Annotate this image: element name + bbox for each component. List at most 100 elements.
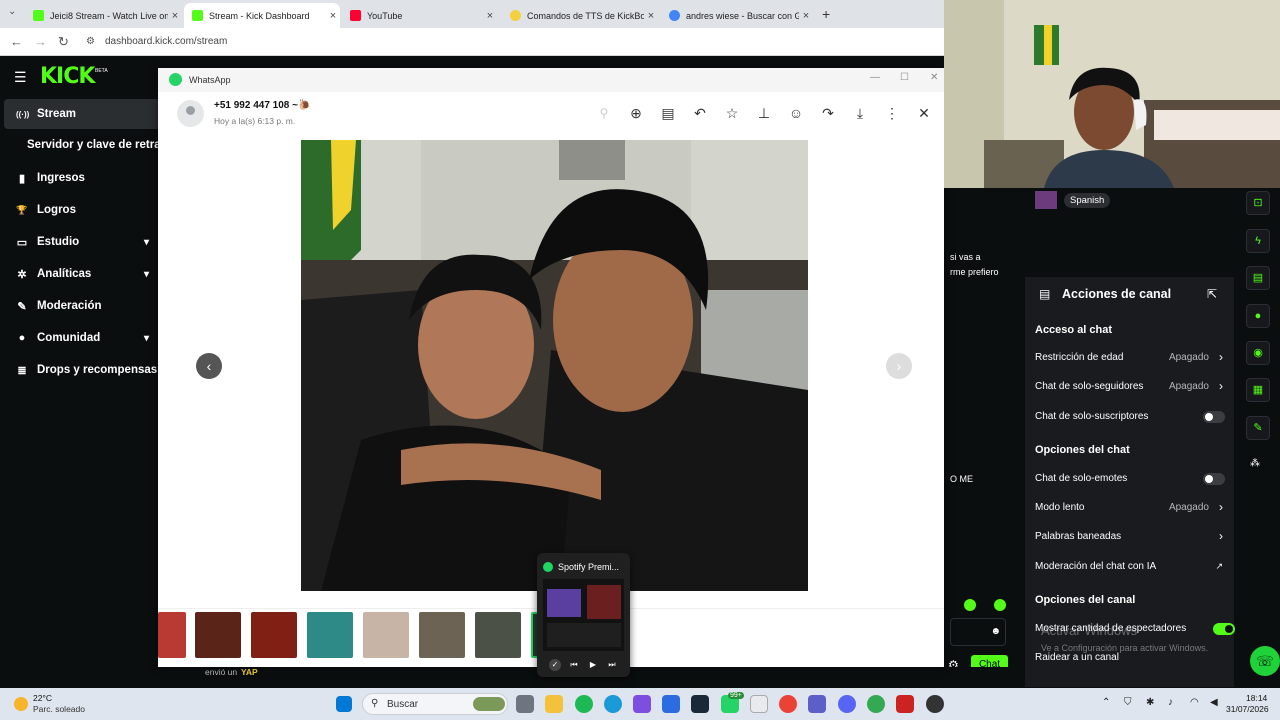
sidebar-item-logros[interactable]: 🏆 Logros xyxy=(4,195,164,225)
taskbar-search[interactable]: ⚲ Buscar xyxy=(362,693,508,715)
volume-icon[interactable]: ◀ xyxy=(1210,697,1218,708)
emoji-react-icon[interactable]: ☺ xyxy=(787,104,805,122)
weather-temp[interactable]: 22°C xyxy=(33,693,52,703)
setting-banned-words[interactable]: Palabras baneadas › xyxy=(1035,529,1225,545)
setting-slow-mode[interactable]: Modo lento Apagado › xyxy=(1035,500,1225,516)
emotes-only-toggle[interactable] xyxy=(1203,473,1225,485)
chrome-profile-icon[interactable] xyxy=(867,695,885,713)
tab-search-icon[interactable]: ⌄ xyxy=(8,6,16,17)
download-icon[interactable]: ⤓ xyxy=(851,104,869,122)
more-options-icon[interactable]: ⋮ xyxy=(883,104,901,122)
sidebar-item-server-key[interactable]: Servidor y clave de retran xyxy=(27,139,168,151)
back-icon[interactable]: ← xyxy=(10,34,23,49)
popout-icon[interactable]: ⇱ xyxy=(1207,287,1217,301)
contact-avatar[interactable] xyxy=(177,100,204,127)
edge-icon[interactable] xyxy=(604,695,622,713)
clock-date[interactable]: 31/07/2026 xyxy=(1226,704,1269,714)
sidebar-item-analiticas[interactable]: ✲ Analíticas ▾ xyxy=(4,259,164,289)
go-to-message-icon[interactable]: ▤ xyxy=(659,104,677,122)
play-icon[interactable]: ▶ xyxy=(587,659,599,671)
weather-text[interactable]: Parc. soleado xyxy=(33,704,85,714)
wifi-icon[interactable]: ◠ xyxy=(1190,697,1199,708)
subscribers-only-toggle[interactable] xyxy=(1203,411,1225,423)
bluetooth-icon[interactable]: ✱ xyxy=(1146,697,1154,708)
notes-icon[interactable]: ▤ xyxy=(1246,266,1270,290)
layout-icon[interactable]: ▦ xyxy=(1246,378,1270,402)
microphone-icon[interactable]: ♪ xyxy=(1168,697,1173,708)
viewer-count-toggle[interactable] xyxy=(1213,623,1235,635)
tab-kickbot[interactable]: Comandos de TTS de KickBot × xyxy=(502,3,658,28)
contact-name[interactable]: +51 992 447 108 ~🐌 xyxy=(214,100,310,111)
chat-input[interactable]: ☻ xyxy=(950,618,1006,646)
task-view-icon[interactable] xyxy=(516,695,534,713)
next-media-button[interactable]: › xyxy=(886,353,912,379)
reply-icon[interactable]: ↶ xyxy=(691,104,709,122)
chat-bubble-icon[interactable]: ● xyxy=(1246,304,1270,328)
search-icon[interactable]: ⚲ xyxy=(595,104,613,122)
copilot-icon[interactable] xyxy=(633,695,651,713)
weather-icon[interactable] xyxy=(14,697,28,711)
close-window-icon[interactable]: ✕ xyxy=(930,72,938,83)
capture-icon[interactable]: ⊡ xyxy=(1246,191,1270,215)
new-tab-button[interactable]: + xyxy=(822,6,830,22)
media-thumbnail[interactable] xyxy=(195,612,241,658)
close-tab-icon[interactable]: × xyxy=(326,10,340,22)
forward-icon[interactable]: → xyxy=(34,34,47,49)
show-hidden-icons[interactable]: ⌃ xyxy=(1102,697,1110,708)
sidebar-item-ingresos[interactable]: ▮ Ingresos xyxy=(4,163,164,193)
media-thumbnail[interactable] xyxy=(158,612,186,658)
community-icon[interactable]: ⁂ xyxy=(1250,458,1260,469)
windows-start-icon[interactable] xyxy=(336,696,352,712)
tab-jeici8[interactable]: Jeici8 Stream - Watch Live on K × xyxy=(25,3,182,28)
store-icon[interactable] xyxy=(750,695,768,713)
close-tab-icon[interactable]: × xyxy=(168,10,182,22)
skip-next-icon[interactable]: ⏭ xyxy=(606,659,618,671)
pin-icon[interactable]: ⊥ xyxy=(755,104,773,122)
menu-icon[interactable]: ☰ xyxy=(14,69,27,86)
lightning-icon[interactable]: ϟ xyxy=(1246,229,1270,253)
tab-youtube[interactable]: YouTube × xyxy=(342,3,497,28)
tab-kick-dashboard[interactable]: Stream - Kick Dashboard × xyxy=(184,3,340,28)
media-thumbnail[interactable] xyxy=(419,612,465,658)
outlook-icon[interactable] xyxy=(662,695,680,713)
broadcast-icon[interactable]: ◉ xyxy=(1246,341,1270,365)
obs-icon[interactable] xyxy=(926,695,944,713)
url-field[interactable]: dashboard.kick.com/stream xyxy=(105,36,227,47)
wrench-icon[interactable]: ✎ xyxy=(1246,416,1270,440)
minimize-icon[interactable]: — xyxy=(870,72,880,83)
reload-icon[interactable]: ↻ xyxy=(58,34,69,50)
sidebar-item-stream[interactable]: ((·)) Stream xyxy=(4,99,164,129)
steam-icon[interactable] xyxy=(691,695,709,713)
kick-logo[interactable]: KICK xyxy=(40,64,95,89)
media-thumbnail[interactable] xyxy=(363,612,409,658)
clock-time[interactable]: 18:14 xyxy=(1246,693,1267,703)
media-thumbnail[interactable] xyxy=(251,612,297,658)
sidebar-item-comunidad[interactable]: ● Comunidad ▾ xyxy=(4,323,164,353)
sidebar-item-estudio[interactable]: ▭ Estudio ▾ xyxy=(4,227,164,257)
maximize-icon[interactable]: ☐ xyxy=(900,72,909,83)
support-chat-button[interactable]: ☏ xyxy=(1250,646,1280,676)
setting-ai-moderation[interactable]: Moderación del chat con IA ↗ xyxy=(1035,559,1225,575)
close-tab-icon[interactable]: × xyxy=(799,10,813,22)
media-thumbnail[interactable] xyxy=(475,612,521,658)
discord-icon[interactable] xyxy=(838,695,856,713)
close-viewer-icon[interactable]: ✕ xyxy=(915,104,933,122)
close-tab-icon[interactable]: × xyxy=(483,10,497,22)
shared-photo[interactable] xyxy=(301,140,808,591)
forward-icon[interactable]: ↷ xyxy=(819,104,837,122)
site-info-icon[interactable]: ⚙ xyxy=(86,36,95,47)
teams-icon[interactable] xyxy=(808,695,826,713)
app-icon[interactable] xyxy=(896,695,914,713)
spotify-icon[interactable] xyxy=(575,695,593,713)
sidebar-item-drops[interactable]: ≣ Drops y recompensas xyxy=(4,355,164,385)
file-explorer-icon[interactable] xyxy=(545,695,563,713)
emoji-icon[interactable]: ☻ xyxy=(990,626,1001,637)
close-tab-icon[interactable]: × xyxy=(644,10,658,22)
tab-google-search[interactable]: andres wiese - Buscar con Goo × xyxy=(661,3,813,28)
previous-media-button[interactable]: ‹ xyxy=(196,353,222,379)
network-icon[interactable]: ⛉ xyxy=(1124,697,1132,708)
chrome-icon[interactable] xyxy=(779,695,797,713)
like-icon[interactable]: ✓ xyxy=(549,659,561,671)
star-icon[interactable]: ☆ xyxy=(723,104,741,122)
spotify-taskbar-preview[interactable]: Spotify Premi... ✓ ⏮ ▶ ⏭ xyxy=(537,553,630,677)
